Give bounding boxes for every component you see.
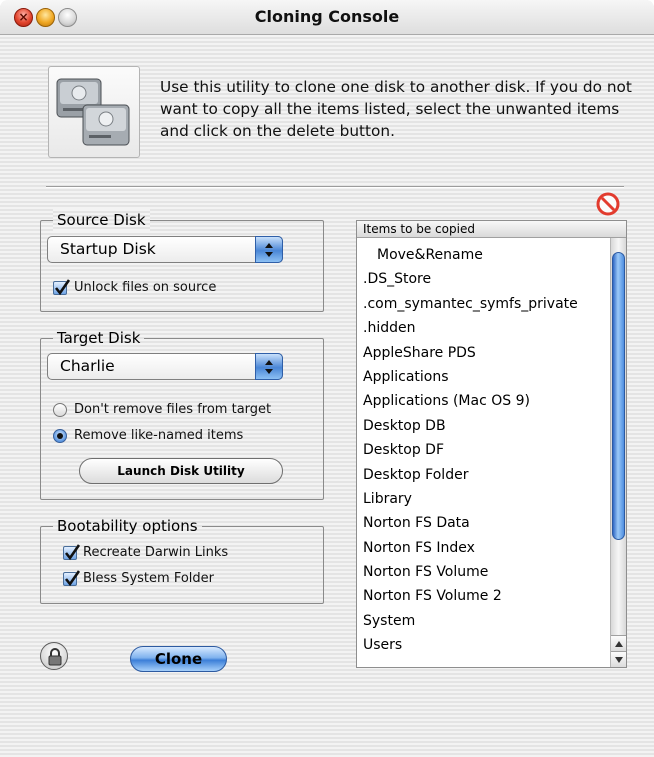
chevron-updown-icon: [255, 236, 283, 263]
unlock-files-label: Unlock files on source: [74, 280, 217, 295]
source-disk-group: Source Disk Startup Disk Unlock files on…: [40, 209, 324, 312]
recreate-darwin-links-label: Recreate Darwin Links: [83, 545, 229, 560]
dont-remove-label: Don't remove files from target: [74, 402, 272, 417]
list-item[interactable]: .com_symantec_symfs_private: [357, 292, 610, 316]
delete-icon[interactable]: [596, 192, 620, 216]
window-title: Cloning Console: [254, 7, 400, 26]
intro-text: Use this utility to clone one disk to an…: [160, 78, 632, 140]
list-item[interactable]: .hidden: [357, 316, 610, 340]
recreate-darwin-links-checkbox[interactable]: [63, 544, 80, 561]
separator: [46, 186, 624, 188]
cloning-console-window: × Cloning Console Use this utility to cl…: [0, 0, 654, 757]
hard-drives-icon: [48, 66, 140, 158]
scrollbar-thumb[interactable]: [612, 252, 625, 540]
target-disk-popup[interactable]: Charlie: [47, 353, 283, 380]
source-disk-value: Startup Disk: [60, 240, 156, 258]
source-disk-popup[interactable]: Startup Disk: [47, 236, 283, 263]
items-list[interactable]: Items to be copied Move&Rename .DS_Store…: [356, 220, 627, 668]
bless-system-folder-checkbox[interactable]: [63, 570, 80, 587]
list-scrollbar[interactable]: [610, 238, 626, 667]
list-item[interactable]: Move&Rename: [357, 243, 610, 267]
list-item[interactable]: AppleShare PDS: [357, 341, 610, 365]
remove-like-named-label: Remove like-named items: [74, 428, 244, 443]
list-item[interactable]: Desktop Folder: [357, 463, 610, 487]
source-disk-legend: Source Disk: [53, 209, 150, 231]
dont-remove-radio[interactable]: [53, 403, 67, 417]
list-rows: Move&Rename .DS_Store .com_symantec_symf…: [357, 243, 610, 658]
list-item[interactable]: Applications (Mac OS 9): [357, 389, 610, 413]
remove-like-named-radio[interactable]: [53, 429, 67, 443]
list-item[interactable]: Applications: [357, 365, 610, 389]
list-item[interactable]: Norton FS Volume: [357, 560, 610, 584]
chevron-updown-icon: [255, 353, 283, 380]
list-item[interactable]: Desktop DB: [357, 414, 610, 438]
clone-label: Clone: [154, 650, 203, 668]
list-item[interactable]: Norton FS Volume 2: [357, 584, 610, 608]
bless-system-folder-label: Bless System Folder: [83, 571, 214, 586]
target-disk-group: Target Disk Charlie Don't remove files f…: [40, 327, 324, 500]
list-item[interactable]: System: [357, 609, 610, 633]
target-disk-value: Charlie: [60, 357, 115, 375]
list-item[interactable]: Norton FS Data: [357, 511, 610, 535]
bootability-group: Bootability options Recreate Darwin Link…: [40, 515, 324, 604]
list-item[interactable]: Norton FS Index: [357, 536, 610, 560]
list-item[interactable]: .DS_Store: [357, 267, 610, 291]
title-bar: × Cloning Console: [0, 0, 654, 35]
lock-icon[interactable]: [40, 642, 68, 670]
scroll-up-button[interactable]: [611, 635, 626, 651]
unlock-files-checkbox[interactable]: [53, 279, 70, 296]
scroll-down-button[interactable]: [611, 651, 626, 667]
list-item[interactable]: Desktop DF: [357, 438, 610, 462]
list-item[interactable]: Library: [357, 487, 610, 511]
launch-disk-utility-label: Launch Disk Utility: [117, 464, 245, 478]
launch-disk-utility-button[interactable]: Launch Disk Utility: [79, 458, 283, 484]
clone-button[interactable]: Clone: [130, 646, 227, 672]
list-item[interactable]: Users: [357, 633, 610, 657]
list-header[interactable]: Items to be copied: [357, 221, 626, 238]
bootability-legend: Bootability options: [53, 515, 202, 537]
target-disk-legend: Target Disk: [53, 327, 145, 349]
